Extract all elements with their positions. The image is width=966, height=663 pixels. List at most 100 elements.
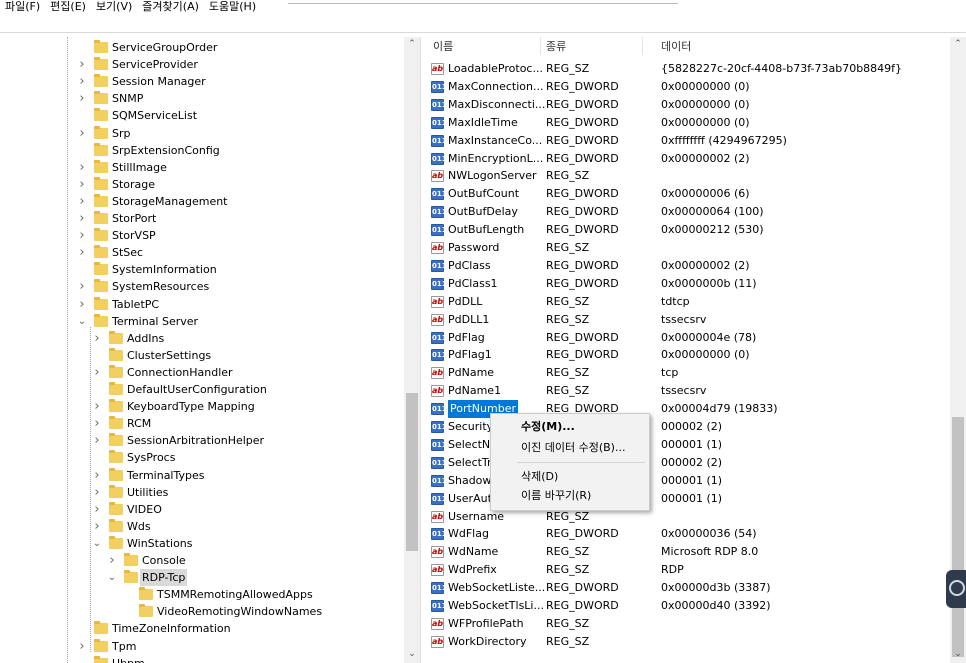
value-row[interactable]: ab PdName1 REG_SZ tssecsrv (426, 382, 950, 400)
column-divider[interactable] (540, 37, 541, 55)
value-row[interactable]: 011 OutBufDelay REG_DWORD 0x00000064 (100) (426, 203, 950, 221)
remote-tool-badge-icon[interactable] (946, 570, 966, 608)
chevron-right-icon[interactable]: › (91, 432, 103, 449)
tree-node[interactable]: › Session Manager (0, 73, 400, 90)
chevron-right-icon[interactable]: › (91, 484, 103, 501)
column-header-type[interactable]: 종류 (546, 38, 566, 55)
chevron-right-icon[interactable]: › (91, 330, 103, 347)
chevron-up-icon[interactable]: ⌃ (404, 39, 420, 49)
value-row[interactable]: ab LoadableProtoc... REG_SZ {5828227c-20cf-… (426, 60, 950, 78)
menu-item-rename[interactable]: 이름 바꾸기(R) (521, 488, 591, 504)
tree-node[interactable]: VideoRemotingWindowNames (0, 603, 400, 620)
value-row[interactable]: 011 WdFlag REG_DWORD 0x00000036 (54) (426, 525, 950, 543)
value-row[interactable]: ab WFProfilePath REG_SZ (426, 615, 950, 633)
chevron-right-icon[interactable]: › (91, 364, 103, 381)
column-divider[interactable] (642, 37, 643, 55)
chevron-right-icon[interactable]: › (91, 467, 103, 484)
tree-node[interactable]: SQMServiceList (0, 107, 400, 124)
chevron-down-icon[interactable]: ⌄ (106, 569, 118, 586)
tree-node[interactable]: ⌄ Terminal Server (0, 313, 400, 330)
tree-node[interactable]: › Storage (0, 176, 400, 193)
value-scroll-thumb[interactable] (952, 417, 964, 657)
chevron-down-icon[interactable]: ⌄ (950, 649, 966, 659)
registry-key-tree[interactable]: ServiceGroupOrder › ServiceProvider › Sessio… (0, 37, 404, 663)
column-header-data[interactable]: 데이터 (661, 38, 691, 55)
tree-node[interactable]: › VIDEO (0, 501, 400, 518)
tree-node[interactable]: › StillImage (0, 159, 400, 176)
value-row[interactable]: ab NWLogonServer REG_SZ (426, 167, 950, 185)
chevron-down-icon[interactable]: ⌄ (404, 649, 420, 659)
chevron-right-icon[interactable]: › (76, 227, 88, 244)
value-row[interactable]: ab Password REG_SZ (426, 239, 950, 257)
chevron-right-icon[interactable]: › (76, 210, 88, 227)
tree-node[interactable]: › ServiceProvider (0, 56, 400, 73)
chevron-right-icon[interactable]: › (76, 193, 88, 210)
chevron-right-icon[interactable]: › (91, 398, 103, 415)
chevron-right-icon[interactable]: › (76, 278, 88, 295)
value-row[interactable]: 011 WebSocketTlsLi... REG_DWORD 0x00000d40 … (426, 597, 950, 615)
tree-node[interactable]: › SystemResources (0, 278, 400, 295)
tree-node[interactable]: › SessionArbitrationHelper (0, 432, 400, 449)
menu-favorites[interactable]: 즐겨찾기(A) (137, 0, 204, 14)
chevron-down-icon[interactable]: ⌄ (76, 313, 88, 330)
chevron-right-icon[interactable]: › (91, 501, 103, 518)
tree-node[interactable]: › Srp (0, 125, 400, 142)
registry-value-list[interactable]: 이름 종류 데이터 ab LoadableProtoc... REG_SZ {5828… (426, 37, 950, 663)
chevron-right-icon[interactable]: › (91, 518, 103, 535)
value-row[interactable]: 011 PdClass REG_DWORD 0x00000002 (2) (426, 257, 950, 275)
value-row[interactable]: ab WorkDirectory REG_SZ (426, 633, 950, 651)
menu-edit[interactable]: 편집(E) (45, 0, 91, 14)
chevron-right-icon[interactable]: › (76, 73, 88, 90)
tree-node[interactable]: › TerminalTypes (0, 467, 400, 484)
tree-node[interactable]: › StorageManagement (0, 193, 400, 210)
tree-node[interactable]: ServiceGroupOrder (0, 39, 400, 56)
menu-file[interactable]: 파일(F) (0, 0, 45, 14)
value-row[interactable]: 011 OutBufLength REG_DWORD 0x00000212 (530) (426, 221, 950, 239)
tree-node[interactable]: › StorPort (0, 210, 400, 227)
value-row[interactable]: 011 MaxDisconnecti... REG_DWORD 0x00000000 … (426, 96, 950, 114)
chevron-right-icon[interactable]: › (76, 125, 88, 142)
value-row[interactable]: 011 WebSocketListe... REG_DWORD 0x00000d3b … (426, 579, 950, 597)
menu-help[interactable]: 도움말(H) (204, 0, 261, 14)
tree-node[interactable]: ⌄ WinStations (0, 535, 400, 552)
tree-node[interactable]: › SNMP (0, 90, 400, 107)
tree-node[interactable]: › TabletPC (0, 296, 400, 313)
value-row[interactable]: ab PdName REG_SZ tcp (426, 364, 950, 382)
tree-node[interactable]: › RCM (0, 415, 400, 432)
chevron-up-icon[interactable]: ⌃ (950, 39, 966, 49)
menu-item-modify-binary[interactable]: 이진 데이터 수정(B)... (521, 440, 625, 456)
tree-node[interactable]: › AddIns (0, 330, 400, 347)
tree-node[interactable]: › StorVSP (0, 227, 400, 244)
chevron-right-icon[interactable]: › (76, 159, 88, 176)
value-row[interactable]: ab PdDLL REG_SZ tdtcp (426, 293, 950, 311)
value-row[interactable]: 011 PdClass1 REG_DWORD 0x0000000b (11) (426, 275, 950, 293)
tree-node[interactable]: DefaultUserConfiguration (0, 381, 400, 398)
column-header-name[interactable]: 이름 (433, 38, 453, 55)
chevron-right-icon[interactable]: › (76, 244, 88, 261)
tree-node[interactable]: TSMMRemotingAllowedApps (0, 586, 400, 603)
tree-node[interactable]: SystemInformation (0, 261, 400, 278)
tree-node[interactable]: › Console (0, 552, 400, 569)
chevron-right-icon[interactable]: › (91, 415, 103, 432)
value-row[interactable]: 011 MaxConnection... REG_DWORD 0x00000000 (… (426, 78, 950, 96)
chevron-right-icon[interactable]: › (76, 296, 88, 313)
chevron-right-icon[interactable]: › (76, 638, 88, 655)
tree-node[interactable]: › Tpm (0, 638, 400, 655)
value-row[interactable]: ab PdDLL1 REG_SZ tssecsrv (426, 311, 950, 329)
chevron-right-icon[interactable]: › (76, 176, 88, 193)
value-row[interactable]: 011 MaxInstanceCo... REG_DWORD 0xffffffff (… (426, 132, 950, 150)
menu-item-modify[interactable]: 수정(M)... (521, 419, 575, 435)
tree-node[interactable]: ClusterSettings (0, 347, 400, 364)
menu-view[interactable]: 보기(V) (91, 0, 137, 14)
value-row[interactable]: 011 PdFlag REG_DWORD 0x0000004e (78) (426, 329, 950, 347)
tree-node[interactable]: › KeyboardType Mapping (0, 398, 400, 415)
tree-node[interactable]: › StSec (0, 244, 400, 261)
chevron-right-icon[interactable]: › (76, 90, 88, 107)
tree-scrollbar[interactable]: ⌃ ⌄ (404, 37, 420, 663)
value-row[interactable]: ab WdName REG_SZ Microsoft RDP 8.0 (426, 543, 950, 561)
tree-node[interactable]: › Wds (0, 518, 400, 535)
tree-node[interactable]: SysProcs (0, 449, 400, 466)
value-row[interactable]: 011 MaxIdleTime REG_DWORD 0x00000000 (0) (426, 114, 950, 132)
tree-node[interactable]: SrpExtensionConfig (0, 142, 400, 159)
value-row[interactable]: ab WdPrefix REG_SZ RDP (426, 561, 950, 579)
